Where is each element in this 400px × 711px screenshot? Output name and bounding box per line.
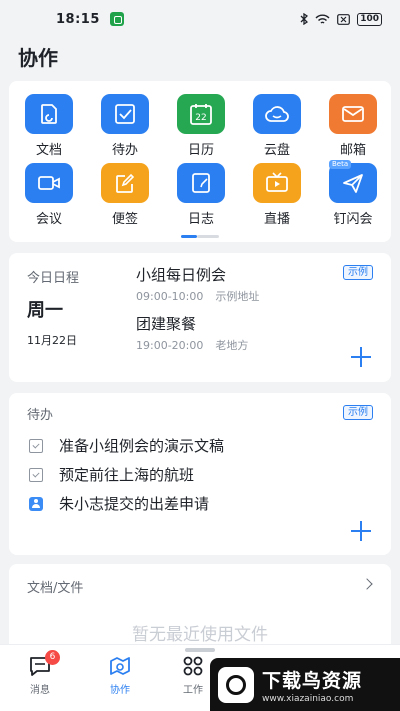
app-label: 日历 <box>187 143 214 158</box>
app-flash-meeting[interactable]: Beta 钉闪会 <box>315 160 391 227</box>
sample-tag: 示例 <box>343 405 373 420</box>
event-list: 小组每日例会 09:00-10:00 示例地址 团建聚餐 19:00-20:00 老… <box>136 264 259 362</box>
app-label: 待办 <box>111 143 138 158</box>
video-camera-icon <box>25 163 73 203</box>
schedule-weekday: 周一 <box>27 300 63 321</box>
event-meta: 19:00-20:00 老地方 <box>136 337 259 353</box>
doc-icon <box>25 94 73 134</box>
app-journal[interactable]: 日志 <box>163 163 239 227</box>
event-meta: 09:00-10:00 示例地址 <box>136 288 259 304</box>
page-title: 协作 <box>18 46 58 70</box>
page-indicator <box>181 235 219 238</box>
watermark-title: 下载鸟资源 <box>262 669 363 692</box>
schedule-card[interactable]: 今日日程 周一 11月22日 小组每日例会 09:00-10:00 示例地址 团建… <box>9 253 391 382</box>
page-indicator-inactive <box>197 235 219 238</box>
watermark-text: 下载鸟资源 www.xiazainiao.com <box>262 666 362 704</box>
sample-tag: 示例 <box>343 265 373 280</box>
app-label: 日志 <box>187 212 214 227</box>
docs-caption: 文档/文件 <box>27 581 84 596</box>
unread-badge: 6 <box>45 650 60 665</box>
battery-indicator: 100 <box>357 12 382 26</box>
note-pencil-icon <box>101 163 149 203</box>
todo-item[interactable]: 准备小组例会的演示文稿 <box>29 431 224 460</box>
watermark-logo-icon <box>218 666 254 703</box>
bluetooth-icon <box>300 13 309 25</box>
event-title: 团建聚餐 <box>136 315 197 333</box>
event-time: 09:00-10:00 <box>136 290 204 303</box>
tab-collab[interactable]: 协作 <box>95 655 145 696</box>
journal-icon <box>177 163 225 203</box>
app-label: 钉闪会 <box>333 212 373 227</box>
tv-live-icon <box>253 163 301 203</box>
todo-item[interactable]: 预定前往上海的航班 <box>29 460 224 489</box>
schedule-date: 11月22日 <box>27 334 77 347</box>
checkbox-icon[interactable] <box>29 467 43 482</box>
schedule-caption: 今日日程 <box>27 271 80 286</box>
app-notification-icon <box>109 12 124 26</box>
calendar-day-number: 22 <box>195 113 206 123</box>
app-label: 便签 <box>111 212 138 227</box>
collab-icon <box>110 657 130 675</box>
cloud-icon <box>253 94 301 134</box>
event-place: 示例地址 <box>215 290 260 303</box>
todo-text: 朱小志提交的出差申请 <box>59 495 210 513</box>
drag-handle[interactable] <box>185 648 215 652</box>
app-meeting[interactable]: 会议 <box>11 163 87 227</box>
status-icons: 100 <box>300 12 382 26</box>
docs-empty-text: 暂无最近使用文件 <box>132 625 268 645</box>
watermark: 下载鸟资源 www.xiazainiao.com <box>210 658 400 711</box>
todo-text: 预定前往上海的航班 <box>59 466 195 484</box>
app-live[interactable]: 直播 <box>239 163 315 227</box>
app-notes[interactable]: 便签 <box>87 163 163 227</box>
apps-grid: 文档 待办 22 日历 云盘 邮箱 会议 便签 日志 直播 Beta 钉闪会 <box>9 81 391 227</box>
tab-label: 工作 <box>183 685 203 696</box>
chevron-right-icon[interactable] <box>361 578 373 590</box>
app-label: 邮箱 <box>339 143 366 158</box>
beta-tag: Beta <box>329 160 352 169</box>
event-title: 小组每日例会 <box>136 266 227 284</box>
todo-caption: 待办 <box>27 408 54 423</box>
add-todo-icon[interactable] <box>351 521 371 541</box>
app-label: 直播 <box>263 212 290 227</box>
event-time: 19:00-20:00 <box>136 339 204 352</box>
app-docs[interactable]: 文档 <box>11 94 87 158</box>
todo-text: 准备小组例会的演示文稿 <box>59 437 225 455</box>
app-drive[interactable]: 云盘 <box>239 94 315 158</box>
app-calendar[interactable]: 22 日历 <box>163 94 239 158</box>
todo-item[interactable]: 朱小志提交的出差申请 <box>29 489 224 518</box>
page-indicator-active <box>181 235 197 238</box>
tab-label: 消息 <box>30 685 50 696</box>
todo-check-icon <box>101 94 149 134</box>
status-bar: 18:15 100 <box>0 0 400 38</box>
app-mail[interactable]: 邮箱 <box>315 94 391 158</box>
tab-label: 协作 <box>110 685 130 696</box>
event-place: 老地方 <box>215 339 249 352</box>
event-item[interactable]: 小组每日例会 09:00-10:00 示例地址 <box>136 264 259 304</box>
todo-card[interactable]: 待办 示例 准备小组例会的演示文稿 预定前往上海的航班 朱小志提交的出差申请 <box>9 393 391 555</box>
work-grid-icon <box>183 656 203 676</box>
calendar-icon: 22 <box>177 94 225 134</box>
app-label: 文档 <box>35 143 62 158</box>
todo-list: 准备小组例会的演示文稿 预定前往上海的航班 朱小志提交的出差申请 <box>29 431 224 518</box>
event-item[interactable]: 团建聚餐 19:00-20:00 老地方 <box>136 313 259 353</box>
watermark-url: www.xiazainiao.com <box>262 693 354 704</box>
app-label: 会议 <box>35 212 62 227</box>
approval-person-icon <box>29 496 43 511</box>
add-event-icon[interactable] <box>351 347 371 367</box>
no-sim-icon <box>337 13 351 25</box>
checkbox-icon[interactable] <box>29 438 43 453</box>
flash-meeting-icon: Beta <box>329 160 377 203</box>
schedule-date-block: 今日日程 周一 11月22日 <box>27 267 79 348</box>
tab-messages[interactable]: 6 消息 <box>15 650 65 696</box>
apps-card: 文档 待办 22 日历 云盘 邮箱 会议 便签 日志 直播 Beta 钉闪会 <box>9 81 391 242</box>
status-time: 18:15 <box>56 11 100 27</box>
wifi-icon <box>315 14 330 24</box>
mail-icon <box>329 94 377 134</box>
app-label: 云盘 <box>263 143 290 158</box>
app-todo[interactable]: 待办 <box>87 94 163 158</box>
docs-card[interactable]: 文档/文件 暂无最近使用文件 <box>9 564 391 645</box>
